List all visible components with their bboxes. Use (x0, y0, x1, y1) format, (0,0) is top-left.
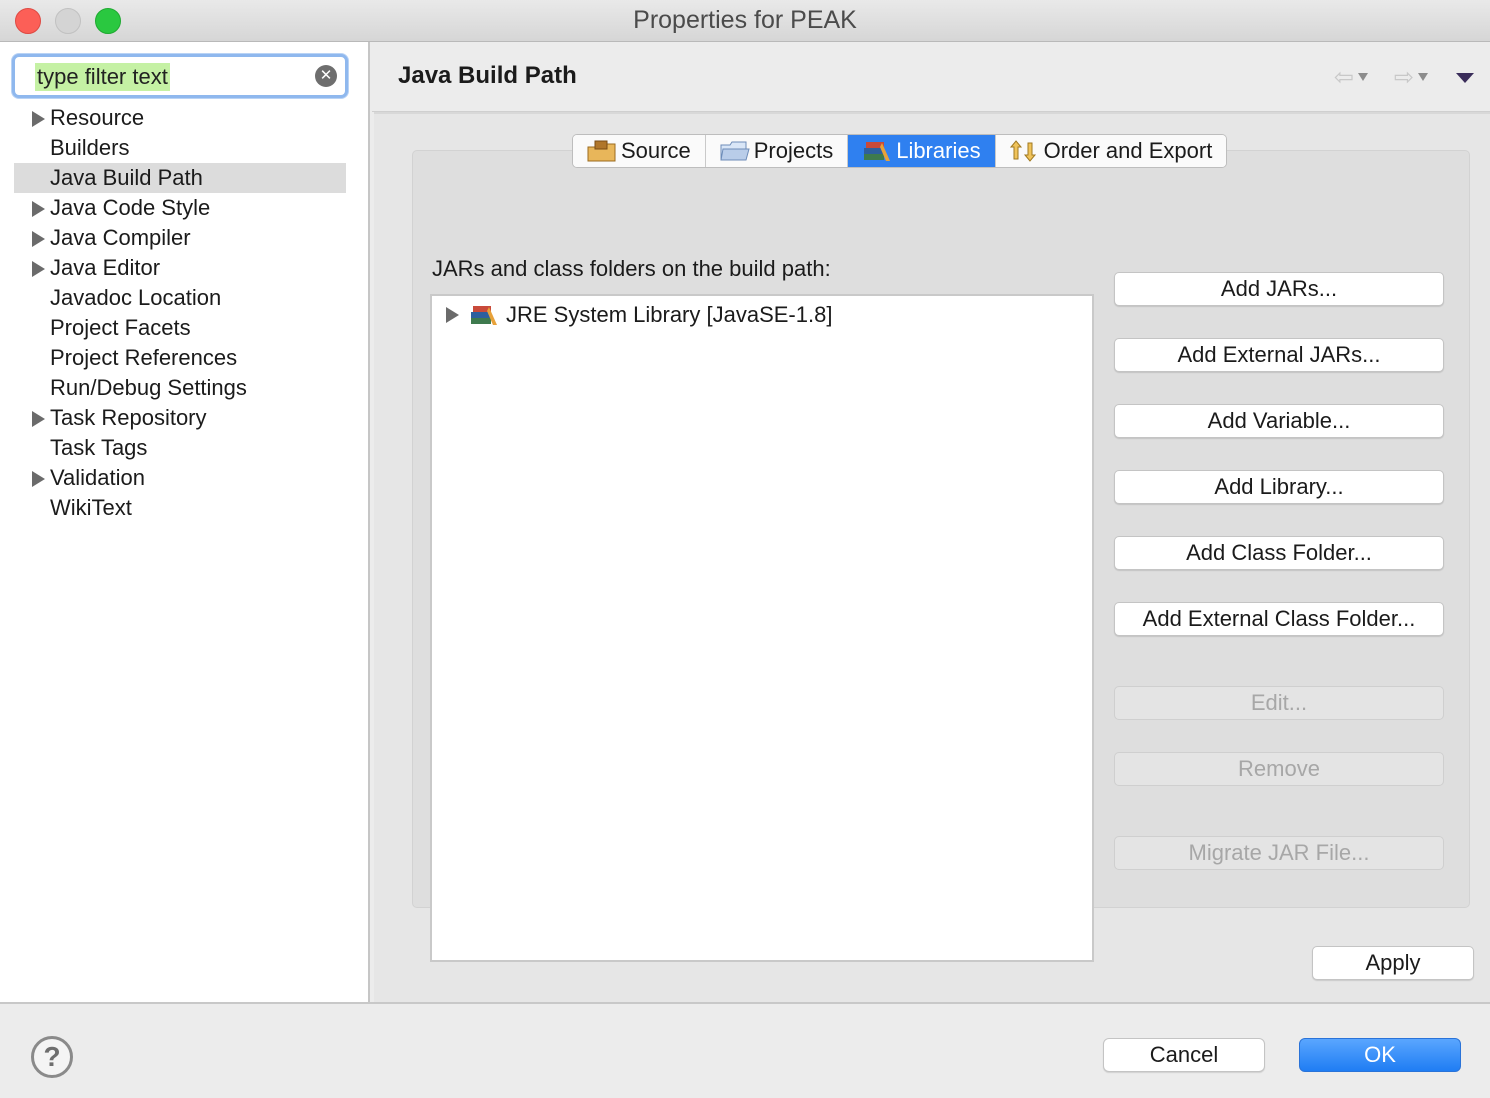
sidebar-item-project-facets[interactable]: Project Facets (14, 313, 346, 343)
page-title: Java Build Path (398, 62, 577, 89)
property-tree: Resource Builders Java Build Path Java C… (14, 103, 346, 523)
sidebar-item-javadoc-location[interactable]: Javadoc Location (14, 283, 346, 313)
tab-label: Libraries (896, 138, 981, 163)
sidebar-item-label: Java Compiler (50, 225, 191, 250)
back-dropdown-icon[interactable] (1358, 73, 1368, 81)
sidebar-item-label: Resource (50, 105, 145, 130)
sidebar-item-wikitext[interactable]: WikiText (14, 493, 346, 523)
expand-arrow-icon[interactable] (32, 231, 45, 247)
sidebar-item-label: Task Tags (50, 435, 148, 460)
tab-label: Order and Export (1043, 138, 1213, 163)
forward-dropdown-icon[interactable] (1418, 73, 1428, 81)
sidebar-item-resource[interactable]: Resource (14, 103, 346, 133)
view-menu-icon[interactable] (1456, 73, 1474, 83)
page-body: Source Projects Libraries Order and Expo… (374, 112, 1490, 1002)
sidebar-item-label: Java Code Style (50, 195, 211, 220)
expand-arrow-icon[interactable] (32, 411, 45, 427)
tab-source[interactable]: Source (573, 135, 706, 167)
title-bar: Properties for PEAK (0, 0, 1490, 42)
sidebar-item-run-debug-settings[interactable]: Run/Debug Settings (14, 373, 346, 403)
source-folder-icon (587, 139, 617, 163)
sidebar-item-java-code-style[interactable]: Java Code Style (14, 193, 346, 223)
cancel-button[interactable]: Cancel (1103, 1038, 1265, 1072)
sidebar-item-java-build-path[interactable]: Java Build Path (14, 163, 346, 193)
sidebar-item-label: Project Facets (50, 315, 191, 340)
projects-folder-icon (720, 139, 750, 163)
sidebar-item-label: Run/Debug Settings (50, 375, 247, 400)
clear-icon[interactable]: ✕ (315, 65, 337, 87)
remove-button[interactable]: Remove (1114, 752, 1444, 786)
sidebar-item-label: WikiText (50, 495, 132, 520)
sidebar-item-label: Java Editor (50, 255, 161, 280)
add-external-class-folder-button[interactable]: Add External Class Folder... (1114, 602, 1444, 636)
add-variable-button[interactable]: Add Variable... (1114, 404, 1444, 438)
tab-projects[interactable]: Projects (705, 135, 849, 167)
libraries-icon (862, 139, 892, 163)
sidebar: type filter text ✕ Resource Builders Jav… (0, 42, 370, 1002)
add-class-folder-button[interactable]: Add Class Folder... (1114, 536, 1444, 570)
filter-text[interactable]: type filter text (35, 63, 170, 91)
sidebar-item-label: Java Build Path (50, 165, 203, 190)
expand-arrow-icon[interactable] (32, 201, 45, 217)
add-jars-button[interactable]: Add JARs... (1114, 272, 1444, 306)
back-arrow-icon[interactable]: ⇦ (1334, 64, 1354, 92)
ok-button[interactable]: OK (1299, 1038, 1461, 1072)
jre-library-icon (470, 303, 500, 327)
dialog-footer: ? Cancel OK (0, 1002, 1490, 1098)
forward-arrow-icon[interactable]: ⇨ (1394, 64, 1414, 92)
window-title: Properties for PEAK (633, 6, 857, 34)
tab-order-and-export[interactable]: Order and Export (995, 135, 1227, 167)
expand-arrow-icon[interactable] (32, 111, 45, 127)
migrate-jar-button[interactable]: Migrate JAR File... (1114, 836, 1444, 870)
sidebar-item-validation[interactable]: Validation (14, 463, 346, 493)
help-icon[interactable]: ? (31, 1036, 73, 1078)
add-external-jars-button[interactable]: Add External JARs... (1114, 338, 1444, 372)
tab-label: Source (621, 138, 691, 163)
tab-label: Projects (753, 138, 834, 163)
sidebar-item-label: Builders (50, 135, 130, 160)
library-tree[interactable]: JRE System Library [JavaSE-1.8] (430, 294, 1094, 962)
expand-arrow-icon[interactable] (446, 307, 459, 323)
tab-libraries[interactable]: Libraries (848, 135, 996, 167)
sidebar-item-task-tags[interactable]: Task Tags (14, 433, 346, 463)
section-label: JARs and class folders on the build path… (432, 256, 831, 281)
sidebar-item-task-repository[interactable]: Task Repository (14, 403, 346, 433)
library-item-label: JRE System Library [JavaSE-1.8] (506, 302, 833, 327)
page-header: Java Build Path ⇦ ⇨ (372, 42, 1490, 112)
sidebar-item-project-references[interactable]: Project References (14, 343, 346, 373)
main-panel: Java Build Path ⇦ ⇨ Source Projects Libr… (372, 42, 1490, 1002)
apply-button[interactable]: Apply (1312, 946, 1474, 980)
expand-arrow-icon[interactable] (32, 261, 45, 277)
order-export-icon (1009, 139, 1040, 163)
tab-bar: Source Projects Libraries Order and Expo… (572, 134, 1228, 168)
sidebar-item-java-editor[interactable]: Java Editor (14, 253, 346, 283)
add-library-button[interactable]: Add Library... (1114, 470, 1444, 504)
sidebar-item-label: Javadoc Location (50, 285, 222, 310)
sidebar-item-builders[interactable]: Builders (14, 133, 346, 163)
sidebar-item-label: Validation (50, 465, 145, 490)
edit-button[interactable]: Edit... (1114, 686, 1444, 720)
sidebar-item-java-compiler[interactable]: Java Compiler (14, 223, 346, 253)
sidebar-item-label: Project References (50, 345, 238, 370)
sidebar-item-label: Task Repository (50, 405, 207, 430)
filter-input[interactable]: type filter text ✕ (12, 54, 348, 98)
expand-arrow-icon[interactable] (32, 471, 45, 487)
